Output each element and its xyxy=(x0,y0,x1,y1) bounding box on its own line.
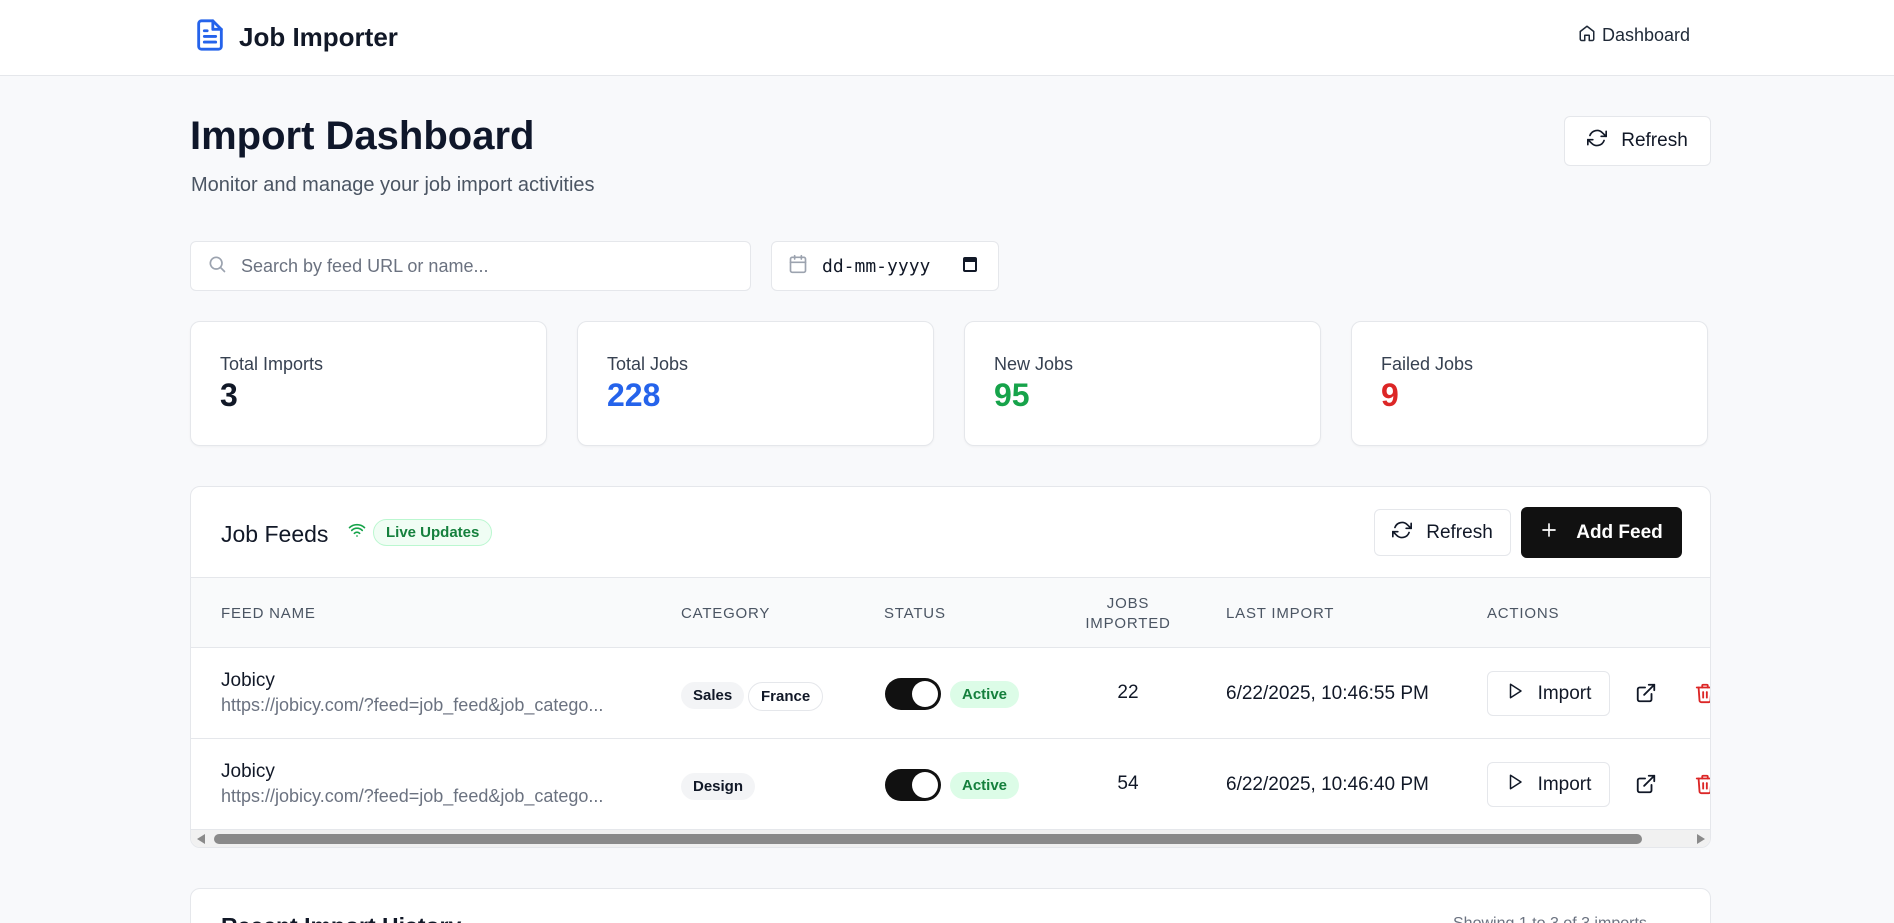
wifi-icon xyxy=(347,521,367,544)
stat-value: 9 xyxy=(1381,377,1399,413)
category-tag: France xyxy=(748,682,824,711)
play-icon xyxy=(1506,773,1524,797)
column-header-category[interactable]: Category xyxy=(681,605,770,622)
stat-value: 3 xyxy=(220,377,238,413)
add-feed-label: Add Feed xyxy=(1576,521,1663,543)
jobs-imported-count: 54 xyxy=(1117,773,1139,794)
import-history-panel: Recent Import History Showing 1 to 3 of … xyxy=(190,888,1711,923)
toggle-knob xyxy=(912,772,938,798)
import-button-label: Import xyxy=(1537,682,1592,704)
page-title: Import Dashboard xyxy=(190,114,535,158)
plus-icon xyxy=(1540,521,1558,545)
import-history-title: Recent Import History xyxy=(221,913,461,923)
nav-dashboard-link[interactable]: Dashboard xyxy=(1578,24,1690,47)
refresh-button[interactable]: Refresh xyxy=(1564,116,1711,166)
date-filter[interactable]: dd-mm-yyyy xyxy=(771,241,999,291)
refresh-icon xyxy=(1392,520,1413,546)
feed-name: Jobicy xyxy=(221,761,275,782)
add-feed-button[interactable]: Add Feed xyxy=(1521,507,1682,558)
status-toggle[interactable] xyxy=(885,678,941,710)
status-badge: Active xyxy=(950,772,1020,799)
nav-dashboard-label: Dashboard xyxy=(1602,25,1691,45)
scrollbar-thumb[interactable] xyxy=(214,834,1642,844)
live-updates-indicator: Live Updates xyxy=(347,519,493,546)
feeds-refresh-button[interactable]: Refresh xyxy=(1374,509,1511,556)
status-toggle[interactable] xyxy=(885,769,941,801)
stat-value: 95 xyxy=(994,377,1030,413)
search-icon xyxy=(207,254,227,279)
column-header-status[interactable]: Status xyxy=(884,605,946,622)
category-tag: Design xyxy=(681,773,756,800)
jobs-imported-count: 22 xyxy=(1117,682,1139,703)
external-link-icon[interactable] xyxy=(1635,682,1657,709)
job-feeds-title: Job Feeds xyxy=(221,521,329,547)
import-button[interactable]: Import xyxy=(1487,671,1610,716)
table-header: Feed Name Category Status Jobs Imported … xyxy=(191,577,1710,648)
job-feeds-panel: Job Feeds Live Updates Refresh Add Feed … xyxy=(190,486,1711,848)
calendar-picker-icon[interactable] xyxy=(962,255,978,278)
import-history-count: Showing 1 to 3 of 3 imports xyxy=(1453,915,1647,923)
app-title: Job Importer xyxy=(239,22,398,52)
table-row[interactable]: Jobicy https://jobicy.com/?feed=job_feed… xyxy=(191,739,1710,830)
calendar-icon xyxy=(788,254,808,279)
stat-label: New Jobs xyxy=(994,354,1074,374)
search-field[interactable] xyxy=(190,241,751,291)
feed-url: https://jobicy.com/?feed=job_feed&job_ca… xyxy=(221,695,604,715)
horizontal-scrollbar[interactable] xyxy=(191,830,1710,847)
stat-value: 228 xyxy=(607,377,661,413)
date-input-value: dd-mm-yyyy xyxy=(822,255,931,277)
feed-url: https://jobicy.com/?feed=job_feed&job_ca… xyxy=(221,786,604,806)
category-tag: Sales xyxy=(681,682,745,709)
play-icon xyxy=(1506,682,1524,706)
page-subtitle: Monitor and manage your job import activ… xyxy=(191,174,595,196)
column-header-jobs-imported[interactable]: Jobs Imported xyxy=(1068,594,1188,634)
top-navbar: Job Importer Dashboard xyxy=(0,0,1894,76)
status-badge: Active xyxy=(950,681,1020,708)
import-button-label: Import xyxy=(1537,773,1592,795)
feed-name: Jobicy xyxy=(221,670,275,691)
table-row[interactable]: Jobicy https://jobicy.com/?feed=job_feed… xyxy=(191,648,1710,739)
stat-label: Failed Jobs xyxy=(1381,354,1474,374)
live-updates-badge: Live Updates xyxy=(373,519,493,546)
column-header-feed-name[interactable]: Feed Name xyxy=(221,605,316,622)
external-link-icon[interactable] xyxy=(1635,773,1657,800)
stat-card-failed-jobs: Failed Jobs 9 xyxy=(1351,321,1708,446)
document-icon xyxy=(193,16,227,59)
scroll-left-arrow[interactable] xyxy=(197,834,205,844)
column-header-last-import[interactable]: Last Import xyxy=(1226,605,1334,622)
trash-icon[interactable] xyxy=(1694,682,1710,709)
search-input[interactable] xyxy=(241,255,721,277)
scroll-right-arrow[interactable] xyxy=(1697,834,1705,844)
last-import-time: 6/22/2025, 10:46:55 PM xyxy=(1226,683,1429,704)
brand[interactable]: Job Importer xyxy=(193,16,398,59)
stat-card-total-imports: Total Imports 3 xyxy=(190,321,547,446)
refresh-icon xyxy=(1587,128,1608,154)
toggle-knob xyxy=(912,681,938,707)
last-import-time: 6/22/2025, 10:46:40 PM xyxy=(1226,774,1429,795)
trash-icon[interactable] xyxy=(1694,773,1710,800)
stat-label: Total Jobs xyxy=(607,354,689,374)
stat-card-total-jobs: Total Jobs 228 xyxy=(577,321,934,446)
column-header-actions: Actions xyxy=(1487,605,1560,622)
feeds-refresh-label: Refresh xyxy=(1426,521,1493,543)
stat-label: Total Imports xyxy=(220,354,324,374)
stat-card-new-jobs: New Jobs 95 xyxy=(964,321,1321,446)
import-button[interactable]: Import xyxy=(1487,762,1610,807)
home-icon xyxy=(1578,24,1596,47)
refresh-button-label: Refresh xyxy=(1621,130,1688,151)
